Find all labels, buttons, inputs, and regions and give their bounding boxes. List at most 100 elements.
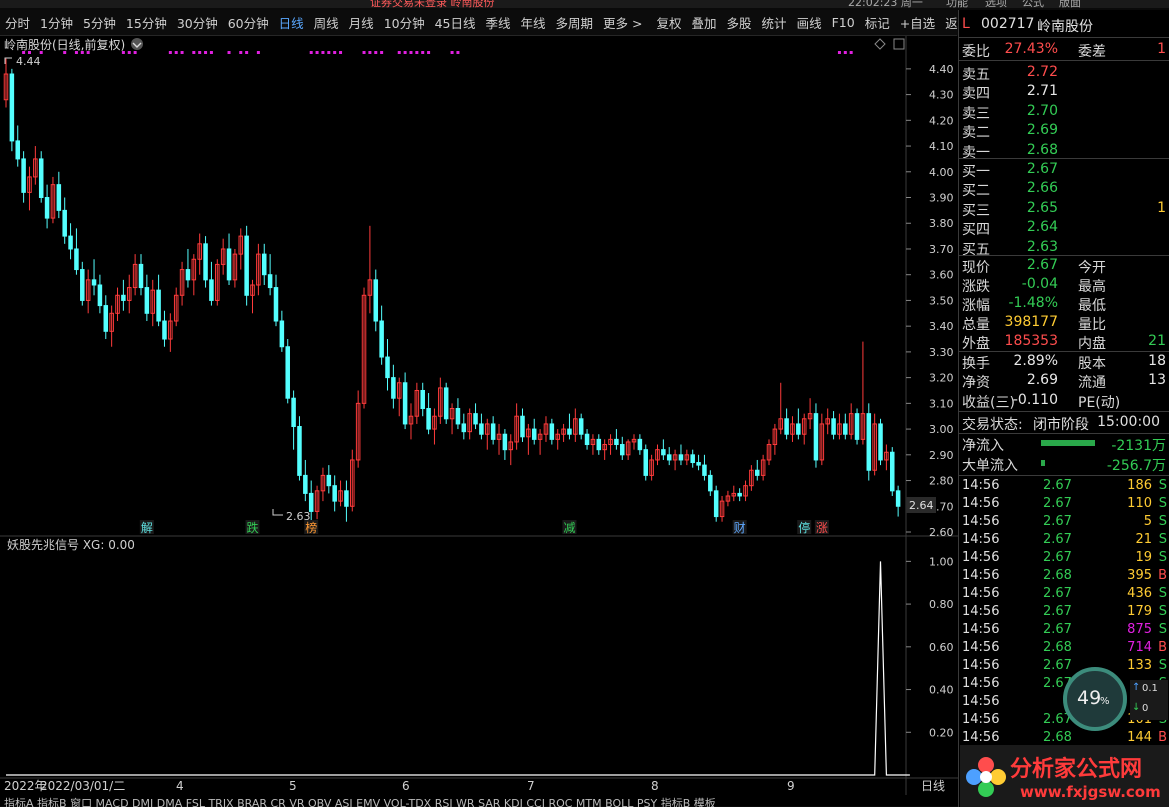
event-tag: 解: [141, 521, 153, 535]
date-label: 8: [651, 779, 659, 793]
candle-body: [56, 184, 62, 211]
tick-row: 14:56 2.67 110 S: [959, 495, 1169, 514]
signal-marker: [849, 51, 853, 54]
tick-price: 2.68: [1043, 568, 1072, 583]
candle-body: [578, 418, 584, 435]
quote-row: 涨幅 -1.48% 最低: [959, 294, 1169, 314]
tab-30min[interactable]: 30分钟: [172, 13, 223, 32]
fund-label: 换手: [962, 356, 990, 372]
candle-body: [203, 243, 208, 281]
candle-body: [261, 253, 267, 276]
quote-value: 185353: [1004, 333, 1058, 349]
tab-45day[interactable]: 45日线: [430, 13, 481, 32]
price-tick-label: 3.20: [929, 372, 954, 385]
tick-row: 14:56 2.67 186 S: [959, 477, 1169, 496]
signal-marker: [374, 51, 378, 54]
candle-body: [796, 423, 801, 435]
candle-body: [308, 492, 314, 512]
signal-marker: [409, 51, 413, 54]
tab-60min[interactable]: 60分钟: [223, 13, 274, 32]
event-tag: 停: [798, 520, 810, 535]
candle-body: [473, 413, 478, 425]
date-label: 4: [176, 779, 184, 793]
price-tick-label: 3.50: [929, 294, 954, 307]
tick-time: 14:56: [962, 568, 1000, 583]
chart-area[interactable]: 4.40 4.30 4.20 4.10 4.00 3.90 3.80 3.70 3.60 3.50…: [0, 36, 958, 806]
tab-10min[interactable]: 10分钟: [379, 13, 430, 32]
tab-timeshare[interactable]: 分时: [0, 13, 35, 32]
tab-15min[interactable]: 15分钟: [121, 13, 172, 32]
indicator-tab-strip[interactable]: 指标A 指标B 窗口 MACD DMI DMA FSL TRIX BRAR CR…: [0, 795, 958, 807]
tick-row: 14:56 2.67 19 S: [959, 549, 1169, 568]
candle-body: [443, 387, 449, 420]
candle-body: [620, 444, 625, 456]
tick-price: 2.67: [1043, 622, 1072, 637]
ask-price: 2.71: [1026, 83, 1058, 100]
indicator-tick-label: 1.00: [929, 555, 954, 568]
bid-label: 买三: [962, 202, 990, 219]
price-tick-label: 3.70: [929, 243, 954, 256]
app-root: { "toolbar":{"items":["分时","1分钟","5分钟","…: [0, 0, 1169, 807]
menu-formula[interactable]: 公式: [1022, 0, 1044, 8]
tab-monthly[interactable]: 月线: [344, 13, 379, 32]
mark-button[interactable]: 标记: [860, 13, 895, 32]
ask-label: 卖五: [962, 67, 990, 83]
chart-title: 岭南股份(日线,前复权): [4, 37, 125, 52]
bid-row: 买三 2.65 1: [959, 199, 1169, 219]
chart-options-icon[interactable]: [131, 38, 143, 50]
signal-marker: [327, 51, 331, 54]
tab-1min[interactable]: 1分钟: [35, 13, 78, 32]
trade-status-row: 交易状态: 闭市阶段 15:00:00: [962, 414, 1160, 433]
bid-label: 买四: [962, 222, 990, 239]
tick-side: S: [1158, 622, 1167, 637]
signal-marker: [256, 51, 260, 54]
overlay-button[interactable]: 叠加: [687, 13, 722, 32]
network-gauge[interactable]: 49 %: [1063, 667, 1127, 731]
signal-marker: [368, 51, 372, 54]
candle-body: [890, 451, 895, 492]
tab-quarterly[interactable]: 季线: [481, 13, 516, 32]
restore-rights-button[interactable]: 复权: [652, 13, 687, 32]
candle-body: [420, 389, 425, 409]
signal-marker: [362, 51, 366, 54]
tab-daily[interactable]: 日线: [274, 13, 309, 32]
download-speed: 0: [1142, 703, 1149, 714]
candle-body: [713, 490, 719, 518]
menu-function[interactable]: 功能: [946, 0, 968, 8]
tab-multi-period[interactable]: 多周期: [551, 13, 599, 32]
tick-row: 14:56 2.68 714 B: [959, 639, 1169, 658]
draw-line-button[interactable]: 画线: [792, 13, 827, 32]
add-watchlist-button[interactable]: +自选: [895, 13, 940, 32]
tab-weekly[interactable]: 周线: [309, 13, 344, 32]
candle-body: [878, 423, 883, 461]
candle-body: [567, 428, 572, 435]
tab-more[interactable]: 更多 >: [598, 13, 647, 32]
tick-volume: 875: [1127, 622, 1152, 637]
quote-row: 总量 398177 量比: [959, 313, 1169, 333]
menu-options[interactable]: 选项: [985, 0, 1007, 8]
price-tick-label: 3.60: [929, 269, 954, 282]
multi-stock-button[interactable]: 多股: [722, 13, 757, 32]
price-tick-label: 3.90: [929, 192, 954, 205]
candle-body: [21, 158, 26, 193]
candle-body: [273, 287, 279, 322]
candle-body: [502, 433, 508, 451]
candle-body: [426, 407, 431, 430]
tick-side: B: [1158, 568, 1167, 583]
upload-speed: 0.1: [1142, 683, 1158, 694]
candle-body: [666, 454, 672, 461]
signal-marker: [174, 51, 178, 54]
menu-layout[interactable]: 版面: [1059, 0, 1081, 8]
tick-side: S: [1158, 658, 1167, 673]
tab-yearly[interactable]: 年线: [516, 13, 551, 32]
tick-time: 14:56: [962, 676, 1000, 691]
quote-row: 现价 2.67 今开: [959, 256, 1169, 276]
fund-value: 2.69: [1026, 372, 1058, 389]
bid-price: 2.63: [1026, 238, 1058, 255]
f10-button[interactable]: F10: [827, 15, 860, 30]
statistics-button[interactable]: 统计: [757, 13, 792, 32]
tab-5min[interactable]: 5分钟: [78, 13, 121, 32]
signal-marker: [168, 51, 172, 54]
top-status-strip: 证券交易未登录 岭南股份 22:02:23 周一 功能 选项 公式 版面: [0, 0, 1169, 8]
tick-side: S: [1158, 478, 1167, 493]
